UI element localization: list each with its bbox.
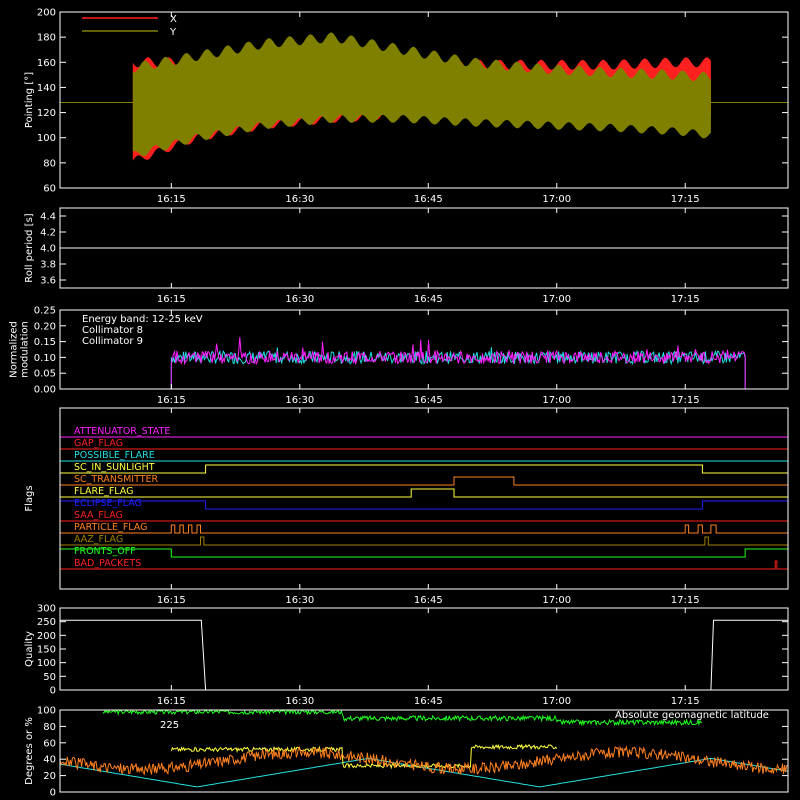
- x-tick-label: 16:30: [285, 294, 314, 305]
- y-tick-label: 100: [37, 706, 56, 717]
- pointing-band-y: [132, 32, 711, 157]
- y-tick-label: 100: [37, 658, 56, 669]
- y-tick-label: 180: [37, 33, 56, 44]
- x-tick-label: 17:00: [542, 595, 571, 606]
- flag-trace: [60, 536, 788, 546]
- y-tick-label: 50: [43, 672, 56, 683]
- y-tick-label: 250: [37, 617, 56, 628]
- y-tick-label: 200: [37, 631, 56, 642]
- flag-label: GAP_FLAG: [74, 438, 123, 449]
- x-tick-label: 17:00: [542, 395, 571, 406]
- flag-label: PARTICLE_FLAG: [74, 522, 147, 533]
- legend-label-y: Y: [169, 27, 177, 38]
- y-axis-label: Roll period [s]: [24, 213, 35, 282]
- y-tick-label: 200: [37, 8, 56, 19]
- legend-collimator-9: Collimator 9: [82, 336, 143, 347]
- y-axis-label: Flags: [24, 485, 35, 511]
- y-tick-label: 0.15: [34, 337, 56, 348]
- y-axis-label: Normalized: [9, 321, 20, 378]
- rhessi-observing-summary: 60 80 100 120 140 160 180 200 16:15 16:30 16:45 17:…: [0, 0, 800, 800]
- flag-label: SC_IN_SUNLIGHT: [74, 462, 155, 473]
- x-tick-label: 17:00: [542, 194, 571, 205]
- legend-collimator-8: Collimator 8: [82, 325, 143, 336]
- summary-plots: 608010012014016018020016:15 16:30 16:45 17:…: [9, 8, 789, 799]
- y-tick-label: 60: [43, 184, 56, 195]
- flag-label: ATTENUATOR_STATE: [74, 426, 170, 437]
- y-tick-label: 3.8: [40, 260, 56, 271]
- geomag-legend-label: Absolute geomagnetic latitude: [615, 710, 769, 721]
- quality-line: [60, 619, 788, 691]
- y-tick-label: 0.20: [34, 321, 56, 332]
- flag-label: SAA_FLAG: [74, 510, 123, 521]
- geomag-legend-value: 225: [160, 720, 179, 731]
- x-tick-label: 16:15: [157, 194, 186, 205]
- flag-label: AAZ_FLAG: [74, 534, 123, 545]
- y-tick-label: 300: [37, 604, 56, 615]
- x-tick-label: 16:45: [414, 194, 443, 205]
- flag-trace: [60, 524, 788, 534]
- y-tick-label: 140: [37, 83, 56, 94]
- flag-label: BAD_PACKETS: [74, 558, 141, 569]
- y-tick-label: 20: [43, 771, 56, 782]
- y-axis-label: modulation: [20, 321, 31, 378]
- flag-label: SC_TRANSMITTER: [74, 474, 159, 485]
- x-tick-label: 16:45: [414, 595, 443, 606]
- x-tick-label: 16:45: [414, 696, 443, 707]
- flag-trace: [59, 548, 789, 558]
- y-tick-label: 3.6: [40, 276, 56, 287]
- x-tick-label: 16:30: [285, 194, 314, 205]
- y-tick-label: 4.4: [40, 212, 56, 223]
- energy-band-label: Energy band: 12-25 keV: [82, 314, 203, 325]
- y-axis-label: Quality: [24, 631, 35, 667]
- x-tick-label: 16:15: [157, 395, 186, 406]
- flag-label: POSSIBLE_FLARE: [74, 450, 155, 461]
- x-tick-label: 16:30: [285, 696, 314, 707]
- x-tick-label: 17:15: [671, 595, 700, 606]
- y-tick-label: 80: [43, 158, 56, 169]
- y-tick-label: 0.25: [34, 306, 56, 317]
- x-tick-label: 16:15: [157, 294, 186, 305]
- flag-label: ECLIPSE_FLAG: [74, 498, 142, 509]
- flag-trace: [60, 488, 788, 498]
- y-tick-label: 120: [37, 108, 56, 119]
- flag-label: FLARE_FLAG: [74, 486, 134, 497]
- flag-trace: [60, 464, 788, 474]
- y-tick-label: 0.05: [34, 369, 56, 380]
- x-tick-label: 16:15: [157, 595, 186, 606]
- y-tick-label: 0: [50, 686, 56, 697]
- y-tick-label: 4.2: [40, 228, 56, 239]
- geomag-latitude-line: [59, 757, 789, 788]
- x-tick-label: 17:15: [671, 395, 700, 406]
- y-tick-label: 60: [43, 738, 56, 749]
- x-tick-label: 16:30: [285, 595, 314, 606]
- y-tick-label: 160: [37, 58, 56, 69]
- y-axis-label: Pointing [°]: [24, 72, 35, 128]
- x-tick-label: 16:45: [414, 395, 443, 406]
- y-tick-label: 0.00: [34, 385, 56, 396]
- geomag-green-trace: [102, 709, 703, 727]
- flag-trace: [59, 500, 789, 510]
- y-tick-label: 0.10: [34, 353, 56, 364]
- y-tick-label: 80: [43, 722, 56, 733]
- y-tick-label: 150: [37, 645, 56, 656]
- x-tick-label: 17:00: [542, 696, 571, 707]
- y-tick-label: 0: [50, 788, 56, 799]
- flag-trace: [60, 476, 788, 486]
- x-tick-label: 17:15: [671, 696, 700, 707]
- x-tick-label: 17:15: [671, 294, 700, 305]
- y-tick-label: 4.0: [40, 244, 56, 255]
- geomag-orange-trace: [59, 745, 788, 776]
- y-tick-label: 100: [37, 133, 56, 144]
- y-tick-label: 40: [43, 755, 56, 766]
- x-tick-label: 16:45: [414, 294, 443, 305]
- flag-trace: [60, 560, 788, 570]
- x-tick-label: 17:00: [542, 294, 571, 305]
- x-tick-label: 16:30: [285, 395, 314, 406]
- x-tick-label: 17:15: [671, 194, 700, 205]
- x-tick-label: 16:15: [157, 696, 186, 707]
- y-axis-label: Degrees or %: [24, 717, 35, 785]
- flag-label: FRONTS_OFF: [74, 546, 136, 557]
- legend-label-x: X: [170, 14, 177, 25]
